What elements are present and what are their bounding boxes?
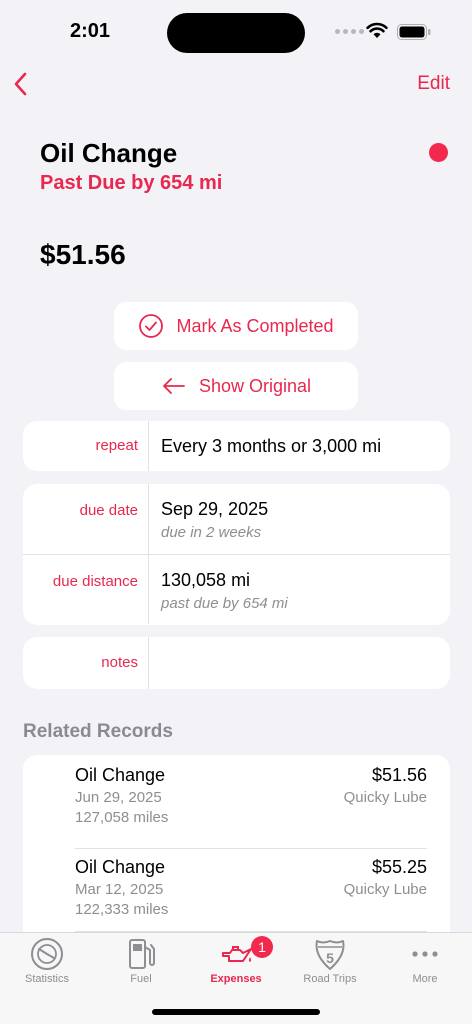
- gauge-icon: [31, 938, 63, 970]
- mark-as-completed-button[interactable]: Mark As Completed: [114, 302, 358, 350]
- mark-as-completed-label: Mark As Completed: [176, 315, 334, 336]
- tab-road-trips-label: Road Trips: [303, 973, 357, 985]
- cellular-signal-icon: [335, 29, 364, 34]
- home-indicator: [152, 1009, 320, 1015]
- highway-sign-icon: 5: [315, 940, 345, 970]
- battery-icon: [397, 24, 431, 40]
- oil-can-icon: [222, 946, 252, 962]
- notes-card: notes: [23, 637, 450, 689]
- status-bar: 2:01: [0, 0, 472, 62]
- due-status-text: Past Due by 654 mi: [40, 172, 223, 194]
- record-miles: 127,058 miles: [75, 809, 169, 826]
- record-date: Jun 29, 2025: [75, 789, 162, 806]
- record-name: Oil Change: [75, 765, 166, 785]
- repeat-card: repeat Every 3 months or 3,000 mi: [23, 421, 450, 471]
- notes-row[interactable]: notes: [23, 637, 450, 689]
- highway-sign-number: 5: [326, 950, 334, 966]
- tab-statistics[interactable]: Statistics: [0, 933, 94, 993]
- status-indicator-dot: [429, 143, 448, 162]
- related-record-row[interactable]: Oil Change $55.25 Mar 12, 2025 Quicky Lu…: [75, 848, 427, 931]
- due-date-label: due date: [23, 484, 149, 554]
- tab-road-trips[interactable]: 5 Road Trips: [283, 933, 377, 993]
- tab-fuel[interactable]: Fuel: [94, 933, 188, 993]
- tab-more[interactable]: More: [378, 933, 472, 993]
- tab-expenses-label: Expenses: [210, 973, 262, 985]
- due-card: due date Sep 29, 2025 due in 2 weeks due…: [23, 484, 450, 625]
- due-distance-value: 130,058 mi: [161, 570, 251, 590]
- related-record-row[interactable]: Oil Change $51.56 Jun 29, 2025 Quicky Lu…: [75, 765, 427, 848]
- dynamic-island: [167, 13, 305, 53]
- notes-label: notes: [23, 637, 149, 689]
- back-button[interactable]: [12, 70, 36, 98]
- repeat-label: repeat: [23, 421, 149, 471]
- expenses-badge: 1: [251, 936, 273, 958]
- due-distance-subtext: past due by 654 mi: [161, 595, 288, 612]
- record-shop: Quicky Lube: [343, 789, 427, 806]
- record-miles: 122,333 miles: [75, 901, 169, 918]
- page-title: Oil Change: [40, 138, 178, 168]
- show-original-button[interactable]: Show Original: [114, 362, 358, 410]
- related-records-heading: Related Records: [23, 721, 173, 742]
- tab-more-label: More: [412, 973, 438, 985]
- record-date: Mar 12, 2025: [75, 881, 164, 898]
- chevron-left-icon: [14, 72, 27, 96]
- due-date-row[interactable]: due date Sep 29, 2025 due in 2 weeks: [23, 484, 450, 554]
- ellipsis-icon: [412, 951, 438, 957]
- repeat-row[interactable]: repeat Every 3 months or 3,000 mi: [23, 421, 450, 471]
- tab-fuel-label: Fuel: [130, 973, 152, 985]
- fuel-pump-icon: [129, 939, 155, 969]
- related-records-list: Oil Change $51.56 Jun 29, 2025 Quicky Lu…: [23, 755, 450, 955]
- edit-button[interactable]: Edit: [417, 73, 450, 95]
- show-original-label: Show Original: [198, 375, 312, 396]
- wifi-icon: [366, 22, 388, 38]
- due-date-value: Sep 29, 2025: [161, 499, 269, 519]
- checkmark-circle-icon: [139, 314, 164, 338]
- due-distance-row[interactable]: due distance 130,058 mi past due by 654 …: [23, 554, 450, 624]
- record-name: Oil Change: [75, 857, 166, 877]
- arrow-left-icon: [163, 378, 185, 394]
- due-distance-label: due distance: [23, 555, 149, 624]
- tab-statistics-label: Statistics: [24, 973, 69, 985]
- due-date-subtext: due in 2 weeks: [161, 524, 262, 541]
- repeat-value: Every 3 months or 3,000 mi: [161, 435, 382, 456]
- status-time: 2:01: [70, 20, 111, 42]
- record-amount: $55.25: [371, 857, 427, 877]
- record-amount: $51.56: [371, 765, 427, 785]
- expense-amount: $51.56: [40, 239, 126, 270]
- tab-expenses[interactable]: 1 Expenses: [189, 933, 283, 993]
- record-shop: Quicky Lube: [343, 881, 427, 898]
